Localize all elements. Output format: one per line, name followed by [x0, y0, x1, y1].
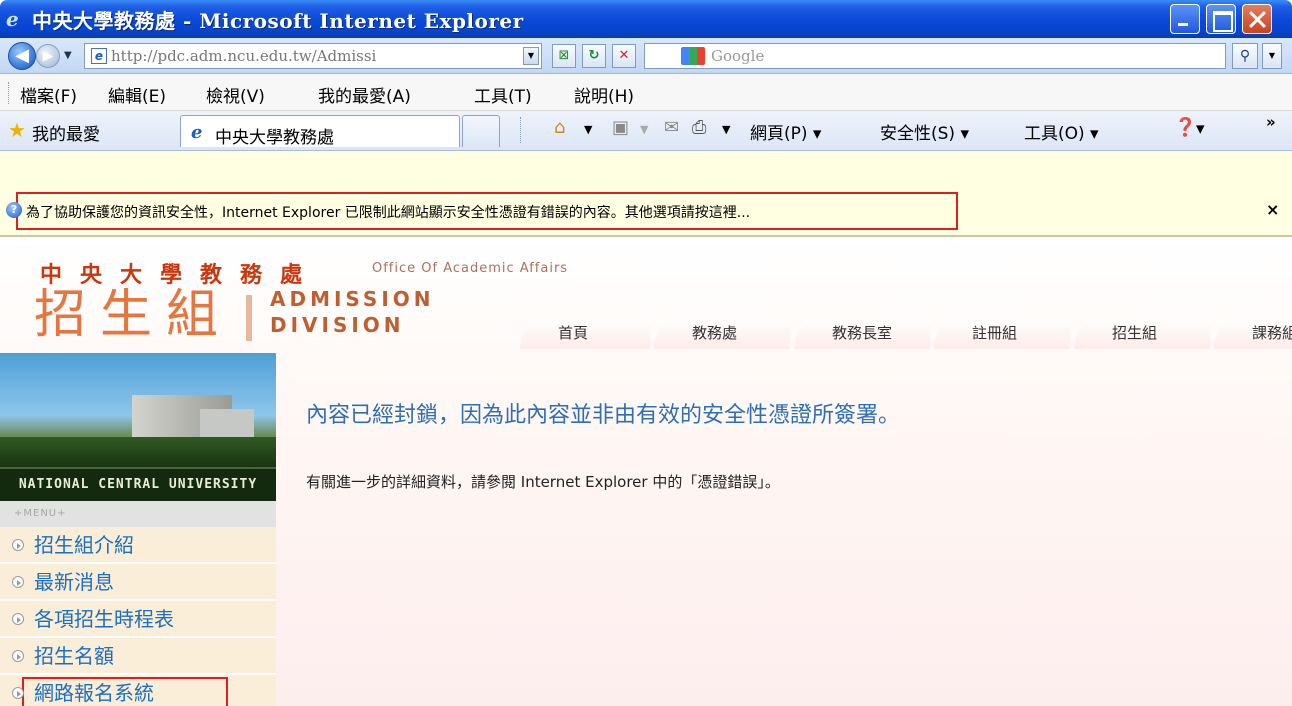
print-dropdown-icon[interactable]: ▼ — [722, 123, 730, 136]
sidebar-item-label[interactable]: 各項招生時程表 — [34, 607, 174, 631]
window-title: 中央大學教務處 - Microsoft Internet Explorer — [32, 8, 524, 33]
minimize-button[interactable] — [1170, 4, 1200, 34]
overflow-chevron-icon[interactable]: » — [1266, 113, 1276, 131]
site-nav: 首頁 教務處 教務長室 註冊組 招生組 課務組 — [520, 317, 1292, 349]
search-button[interactable]: ⚲ — [1232, 43, 1258, 69]
bullet-icon — [12, 539, 24, 551]
tab-current[interactable]: e 中央大學教務處 — [180, 115, 460, 148]
feeds-icon[interactable]: ▣ — [612, 117, 629, 138]
url-text[interactable]: http://pdc.adm.ncu.edu.tw/Admissi — [111, 47, 521, 65]
menu-edit[interactable]: 編輯(E) — [108, 82, 166, 107]
compatibility-icon[interactable]: ⊠ — [552, 44, 576, 68]
tab-curriculum[interactable]: 課務組 — [1214, 317, 1292, 349]
address-dropdown-icon[interactable]: ▼ — [523, 47, 539, 65]
sidebar-item-label[interactable]: 最新消息 — [34, 570, 114, 594]
search-dropdown-icon[interactable]: ▼ — [1262, 43, 1282, 69]
refresh-button[interactable]: ↻ — [582, 44, 606, 68]
division-divider — [246, 295, 252, 341]
sidebar-item-label[interactable]: 招生組介紹 — [34, 533, 134, 557]
trees-shape — [0, 437, 276, 467]
tools-menu[interactable]: 工具(O) ▾ — [1024, 119, 1099, 144]
menu-header: +MENU+ — [0, 501, 276, 527]
feeds-dropdown-icon[interactable]: ▼ — [640, 123, 648, 136]
info-message[interactable]: 為了協助保護您的資訊安全性，Internet Explorer 已限制此網站顯示… — [26, 202, 750, 222]
menu-help[interactable]: 說明(H) — [574, 82, 634, 107]
web-page: 中央大學教務處 Office Of Academic Affairs 招生組 A… — [0, 237, 1292, 706]
sidebar: NATIONAL CENTRAL UNIVERSITY +MENU+ 招生組介紹… — [0, 353, 276, 706]
back-button[interactable]: ◀ — [8, 42, 36, 70]
home-icon[interactable]: ⌂ — [554, 117, 565, 138]
photo-caption: NATIONAL CENTRAL UNIVERSITY — [0, 469, 276, 501]
tab-registration[interactable]: 註冊組 — [934, 317, 1070, 349]
forward-button[interactable]: ▶ — [36, 44, 60, 68]
info-icon: ? — [6, 202, 22, 218]
favorites-bar: ★ 我的最愛 e 中央大學教務處 ⌂ ▼ ▣ ▼ ✉ ⎙ ▼ 網頁(P) ▾ 安… — [0, 111, 1292, 151]
information-bar-message[interactable]: ? 為了協助保護您的資訊安全性，Internet Explorer 已限制此網站… — [0, 190, 1292, 236]
tab-ie-icon: e — [191, 122, 203, 143]
search-placeholder: Google — [711, 47, 765, 65]
bullet-icon — [12, 613, 24, 625]
sidebar-item-online-registration[interactable]: 網路報名系統 — [0, 675, 276, 706]
sidebar-item-quota[interactable]: 招生名額 — [0, 638, 276, 674]
blocked-content-message: 內容已經封鎖，因為此內容並非由有效的安全性憑證所簽署。 — [306, 403, 901, 428]
blocked-content-detail: 有關進一步的詳細資料，請參閱 Internet Explorer 中的「憑證錯誤… — [306, 473, 780, 491]
division-en-line1: ADMISSION — [270, 287, 435, 311]
bullet-icon — [12, 687, 24, 699]
tab-title[interactable]: 中央大學教務處 — [215, 123, 334, 148]
page-icon: e — [91, 48, 107, 64]
tab-dean-office[interactable]: 教務長室 — [794, 317, 930, 349]
title-bar: e 中央大學教務處 - Microsoft Internet Explorer — [0, 0, 1292, 38]
menu-bar: 檔案(F) 編輯(E) 檢視(V) 我的最愛(A) 工具(T) 說明(H) — [0, 74, 1292, 111]
sidebar-item-intro[interactable]: 招生組介紹 — [0, 527, 276, 563]
tab-admission[interactable]: 招生組 — [1074, 317, 1210, 349]
search-input[interactable]: Google — [644, 43, 1226, 69]
print-icon[interactable]: ⎙ — [692, 117, 706, 138]
favorites-star-icon[interactable]: ★ — [8, 118, 26, 142]
division-cn: 招生組 — [34, 285, 233, 345]
ie-logo-icon: e — [6, 7, 19, 31]
maximize-button[interactable] — [1206, 4, 1236, 34]
sidebar-item-label[interactable]: 網路報名系統 — [34, 681, 154, 705]
page-menu[interactable]: 網頁(P) ▾ — [750, 119, 821, 144]
address-toolbar: ◀ ▶ ▼ e http://pdc.adm.ncu.edu.tw/Admiss… — [0, 38, 1292, 74]
info-close-icon[interactable]: × — [1266, 200, 1279, 219]
stop-button[interactable]: ✕ — [612, 44, 636, 68]
menu-file[interactable]: 檔案(F) — [20, 82, 77, 107]
home-dropdown-icon[interactable]: ▼ — [584, 123, 592, 136]
sidebar-item-label[interactable]: 招生名額 — [34, 644, 114, 668]
tab-home[interactable]: 首頁 — [520, 317, 650, 349]
sidebar-item-schedule[interactable]: 各項招生時程表 — [0, 601, 276, 637]
bullet-icon — [12, 650, 24, 662]
menu-favorites[interactable]: 我的最愛(A) — [318, 82, 411, 107]
safety-menu[interactable]: 安全性(S) ▾ — [880, 119, 969, 144]
favorites-label[interactable]: 我的最愛 — [32, 120, 100, 145]
campus-photo: NATIONAL CENTRAL UNIVERSITY — [0, 353, 276, 501]
help-dropdown[interactable]: ▾ — [1196, 119, 1205, 139]
history-dropdown-icon[interactable]: ▼ — [64, 50, 72, 61]
mail-icon[interactable]: ✉ — [664, 117, 679, 138]
sidebar-item-news[interactable]: 最新消息 — [0, 564, 276, 600]
close-button[interactable] — [1242, 4, 1272, 34]
bullet-icon — [12, 576, 24, 588]
brand-en: Office Of Academic Affairs — [372, 261, 569, 276]
menu-view[interactable]: 檢視(V) — [206, 82, 265, 107]
division-en-line2: DIVISION — [270, 313, 405, 337]
tab-academic-affairs[interactable]: 教務處 — [654, 317, 790, 349]
new-tab-button[interactable] — [462, 115, 500, 147]
separator — [520, 117, 521, 143]
address-input[interactable]: e http://pdc.adm.ncu.edu.tw/Admissi ▼ — [84, 43, 542, 69]
menu-tools[interactable]: 工具(T) — [474, 82, 532, 107]
google-icon — [681, 47, 705, 65]
help-icon[interactable]: ❓ — [1174, 117, 1196, 138]
menu-grip-icon — [8, 82, 10, 104]
